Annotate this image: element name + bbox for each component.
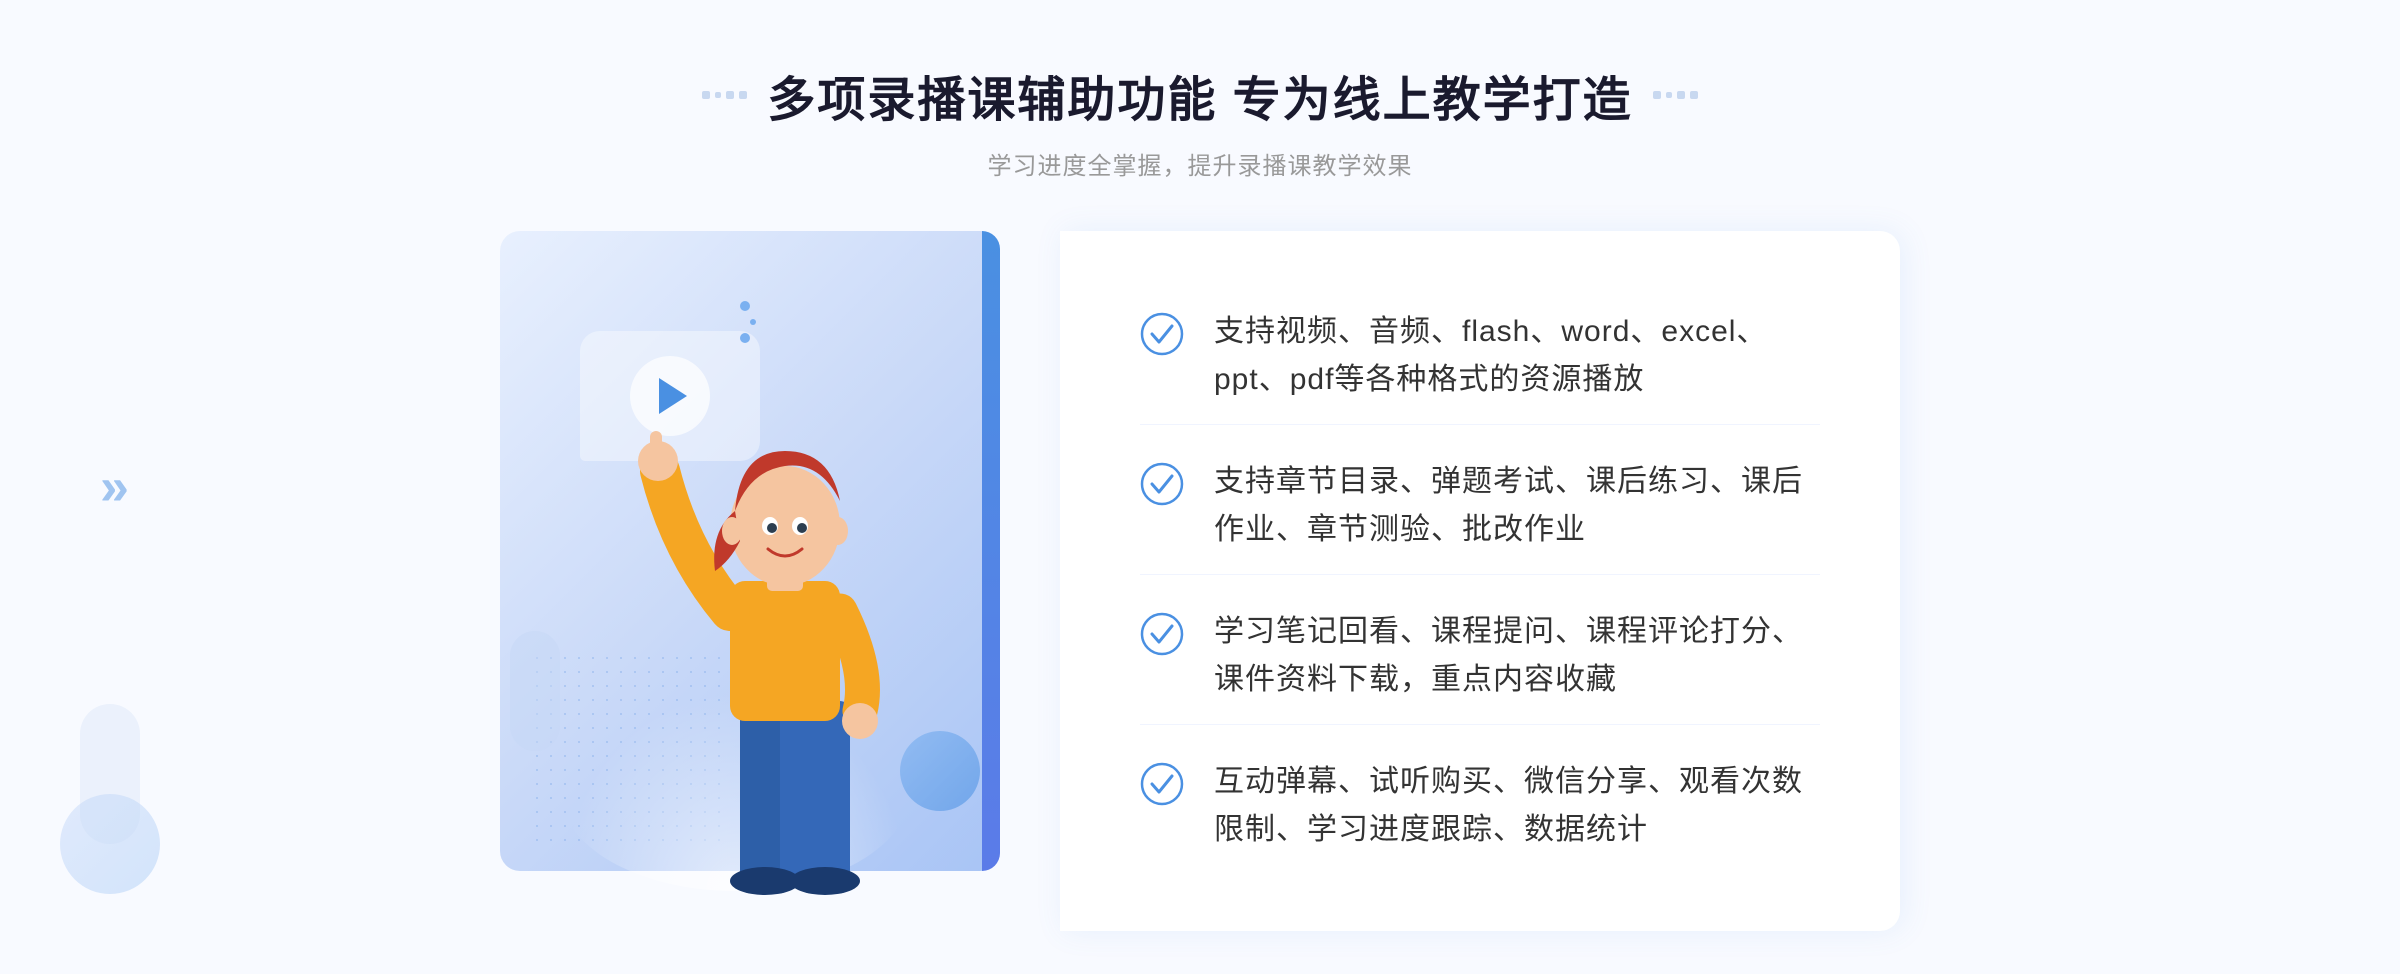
sparkle-dot-1 bbox=[740, 301, 750, 311]
accent-bar bbox=[982, 231, 1000, 871]
feature-text-3: 学习笔记回看、课程提问、课程评论打分、课件资料下载，重点内容收藏 bbox=[1214, 608, 1820, 704]
features-panel: 支持视频、音频、flash、word、excel、ppt、pdf等各种格式的资源… bbox=[1060, 231, 1900, 931]
feature-item-4: 互动弹幕、试听购买、微信分享、观看次数限制、学习进度跟踪、数据统计 bbox=[1140, 738, 1820, 874]
sparkle-decoration bbox=[740, 301, 756, 343]
sparkle-dot-2 bbox=[750, 319, 756, 325]
check-icon-2 bbox=[1140, 462, 1184, 506]
main-content: 支持视频、音频、flash、word、excel、ppt、pdf等各种格式的资源… bbox=[500, 231, 1900, 931]
feature-text-1: 支持视频、音频、flash、word、excel、ppt、pdf等各种格式的资源… bbox=[1214, 308, 1820, 404]
page-title: 多项录播课辅助功能 专为线上教学打造 bbox=[767, 60, 1632, 130]
header-section: 多项录播课辅助功能 专为线上教学打造 学习进度全掌握，提升录播课教学效果 bbox=[0, 60, 2400, 181]
page-subtitle: 学习进度全掌握，提升录播课教学效果 bbox=[988, 146, 1413, 181]
illustration-area bbox=[500, 231, 1060, 931]
left-chevron-decoration: » bbox=[100, 457, 129, 517]
title-decorator-left bbox=[702, 91, 747, 99]
check-icon-3 bbox=[1140, 612, 1184, 656]
title-row: 多项录播课辅助功能 专为线上教学打造 bbox=[702, 60, 1697, 130]
person-illustration bbox=[620, 371, 940, 931]
feature-item-3: 学习笔记回看、课程提问、课程评论打分、课件资料下载，重点内容收藏 bbox=[1140, 588, 1820, 725]
feature-item-1: 支持视频、音频、flash、word、excel、ppt、pdf等各种格式的资源… bbox=[1140, 288, 1820, 425]
feature-text-2: 支持章节目录、弹题考试、课后练习、课后作业、章节测验、批改作业 bbox=[1214, 458, 1820, 554]
check-icon-4 bbox=[1140, 762, 1184, 806]
title-decorator-right bbox=[1653, 91, 1698, 99]
sparkle-dot-3 bbox=[740, 333, 750, 343]
deco-bar-left bbox=[510, 631, 560, 751]
deco-rect-bottom-left bbox=[80, 704, 140, 844]
page-container: » 多项录播课辅助功能 专为线上教学打造 学习进度全掌握，提升录播课教学效果 bbox=[0, 0, 2400, 974]
feature-item-2: 支持章节目录、弹题考试、课后练习、课后作业、章节测验、批改作业 bbox=[1140, 438, 1820, 575]
feature-text-4: 互动弹幕、试听购买、微信分享、观看次数限制、学习进度跟踪、数据统计 bbox=[1214, 758, 1820, 854]
check-icon-1 bbox=[1140, 312, 1184, 356]
